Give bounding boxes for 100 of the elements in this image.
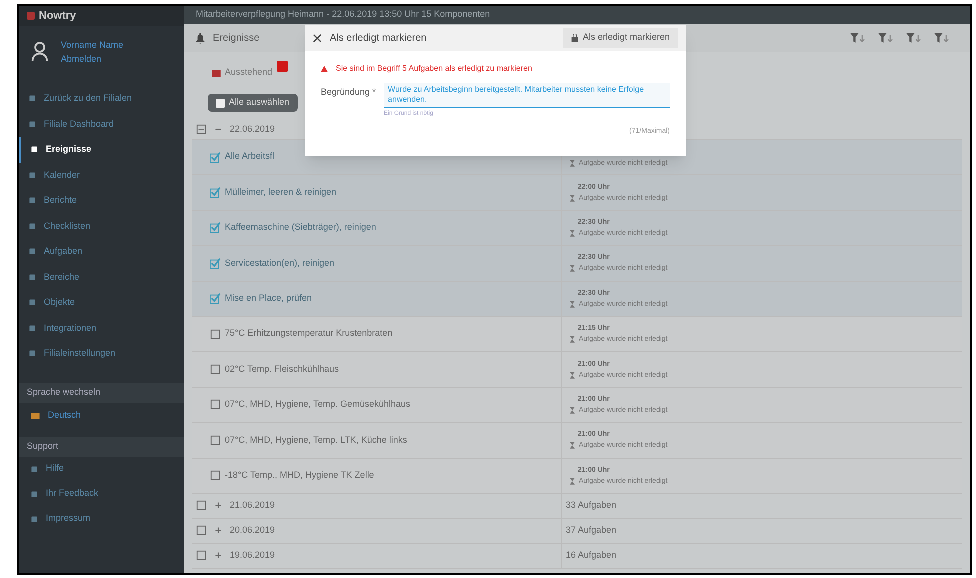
bell-icon bbox=[196, 32, 205, 44]
field-label: Begründung * bbox=[321, 86, 376, 99]
select-all-button[interactable]: Alle auswählen bbox=[208, 94, 298, 112]
collapse-icon[interactable] bbox=[215, 126, 222, 133]
checkbox[interactable] bbox=[210, 470, 221, 482]
checkbox[interactable] bbox=[210, 328, 221, 340]
hourglass-icon bbox=[570, 372, 575, 379]
task-name: Alle Arbeitsfl bbox=[225, 150, 275, 164]
dialog-title: Als erledigt markieren bbox=[330, 32, 427, 46]
section-heading: Support bbox=[27, 440, 59, 453]
nav-item[interactable]: Kalender bbox=[19, 162, 184, 188]
checkbox[interactable] bbox=[210, 399, 221, 410]
checkbox[interactable] bbox=[210, 364, 221, 376]
close-icon[interactable] bbox=[313, 34, 322, 42]
nav-icon bbox=[29, 172, 36, 179]
checked-checkbox[interactable] bbox=[210, 258, 221, 269]
group-date: 21.06.2019 bbox=[230, 499, 276, 512]
support-icon bbox=[31, 516, 38, 522]
hourglass-icon bbox=[570, 265, 575, 272]
task-name: Mülleimer, leeren & reinigen bbox=[225, 186, 337, 199]
checked-checkbox[interactable] bbox=[210, 187, 221, 198]
page-title: Mitarbeiterverpflegung Heimann - 22.06.2019 13:50 Uhr 15 Komponenten bbox=[196, 8, 490, 22]
checkbox-icon bbox=[216, 98, 225, 108]
hourglass-icon bbox=[570, 442, 575, 450]
nav-icon bbox=[29, 120, 36, 128]
logout-link[interactable]: Abmelden bbox=[61, 52, 124, 66]
section-heading: Sprache wechseln bbox=[27, 386, 101, 399]
group-date: 19.06.2019 bbox=[230, 549, 276, 562]
section-title: Ereignisse bbox=[213, 32, 260, 46]
task-name: -18°C Temp., MHD, Hygiene TK Zelle bbox=[225, 468, 374, 482]
checkbox[interactable] bbox=[196, 124, 207, 135]
user-icon bbox=[31, 41, 49, 63]
nav-item[interactable]: Berichte bbox=[19, 188, 184, 214]
filter-sort-icon bbox=[934, 32, 950, 44]
task-count: 37 Aufgaben bbox=[566, 524, 617, 538]
expand-icon[interactable] bbox=[215, 552, 222, 560]
nav-icon bbox=[29, 299, 36, 306]
hourglass-icon bbox=[570, 336, 575, 344]
nav-icon bbox=[29, 95, 36, 102]
nav-item[interactable]: Zurück zu den Filialen bbox=[19, 86, 184, 112]
task-name: 07°C, MHD, Hygiene, Temp. LTK, Küche links bbox=[225, 434, 408, 447]
nav-icon bbox=[29, 324, 36, 332]
reason-field[interactable]: Wurde zu Arbeitsbeginn bereitgestellt. Mitarbeiter mussten keine Erfolge anwenden. bbox=[384, 83, 670, 108]
nav-item[interactable]: Aufgaben bbox=[19, 239, 184, 264]
task-name: 07°C, MHD, Hygiene, Temp. Gemüsekühlhaus bbox=[225, 398, 411, 412]
hourglass-icon bbox=[570, 406, 575, 414]
hourglass-icon bbox=[570, 160, 575, 167]
task-name: Mise en Place, prüfen bbox=[225, 292, 312, 305]
warning-message: Sie sind im Begriff 5 Aufgaben als erledigt zu markieren bbox=[336, 63, 532, 75]
nav-item[interactable]: Bereiche bbox=[19, 264, 184, 290]
support-link[interactable]: Hilfe bbox=[19, 456, 184, 482]
checkbox[interactable] bbox=[196, 550, 207, 562]
task-count: 33 Aufgaben bbox=[566, 499, 617, 512]
hourglass-icon bbox=[570, 194, 575, 202]
nav-icon bbox=[29, 222, 36, 230]
logo-icon bbox=[27, 12, 35, 20]
hourglass-icon bbox=[570, 478, 575, 485]
nav-icon bbox=[29, 248, 36, 256]
nav-icon bbox=[29, 274, 36, 281]
group-date: 22.06.2019 bbox=[230, 122, 276, 136]
expand-icon[interactable] bbox=[215, 502, 222, 510]
support-link[interactable]: Impressum bbox=[19, 506, 184, 532]
group-date: 20.06.2019 bbox=[230, 524, 276, 538]
support-icon bbox=[31, 466, 38, 472]
task-name: 75°C Erhitzungstemperatur Krustenbraten bbox=[225, 327, 393, 340]
filter-sort-icon bbox=[906, 32, 922, 44]
task-count: 16 Aufgaben bbox=[566, 549, 617, 562]
language-select[interactable]: Deutsch bbox=[19, 402, 184, 428]
task-name: Servicestation(en), reinigen bbox=[225, 256, 335, 270]
filter-sort-icon bbox=[850, 32, 866, 44]
checked-checkbox[interactable] bbox=[210, 152, 221, 163]
nav-item[interactable]: Filiale Dashboard bbox=[19, 112, 184, 137]
nav-icon bbox=[31, 146, 38, 154]
mark-done-button[interactable]: Als erledigt markieren bbox=[562, 28, 678, 48]
checked-checkbox[interactable] bbox=[210, 293, 221, 304]
checkbox[interactable] bbox=[210, 434, 221, 446]
nav-item[interactable]: Checklisten bbox=[19, 214, 184, 239]
nav-icon bbox=[29, 197, 36, 204]
nav-item[interactable]: Filialeinstellungen bbox=[19, 341, 184, 366]
alert-badge-icon bbox=[276, 61, 288, 72]
support-icon bbox=[31, 490, 38, 498]
hourglass-icon bbox=[570, 300, 575, 308]
expand-icon[interactable] bbox=[215, 527, 222, 534]
flag-icon bbox=[31, 412, 40, 418]
nav-item[interactable]: Objekte bbox=[19, 290, 184, 316]
task-name: 02°C Temp. Fleischkühlhaus bbox=[225, 362, 339, 376]
task-name: Kaffeemaschine (Siebträger), reinigen bbox=[225, 221, 376, 234]
nav-icon bbox=[29, 350, 36, 358]
app-logo: Nowtry bbox=[39, 8, 76, 24]
warning-icon bbox=[321, 66, 328, 72]
tab[interactable]: Ausstehend bbox=[208, 60, 277, 86]
lock-icon bbox=[570, 34, 579, 42]
checkbox[interactable] bbox=[196, 525, 207, 536]
nav-item[interactable]: Integrationen bbox=[19, 316, 184, 341]
checked-checkbox[interactable] bbox=[210, 222, 221, 234]
support-link[interactable]: Ihr Feedback bbox=[19, 482, 184, 506]
user-name: Vorname Name bbox=[61, 39, 124, 52]
checkbox[interactable] bbox=[196, 500, 207, 512]
hourglass-icon bbox=[570, 230, 575, 237]
filter-sort-icon bbox=[878, 32, 894, 44]
